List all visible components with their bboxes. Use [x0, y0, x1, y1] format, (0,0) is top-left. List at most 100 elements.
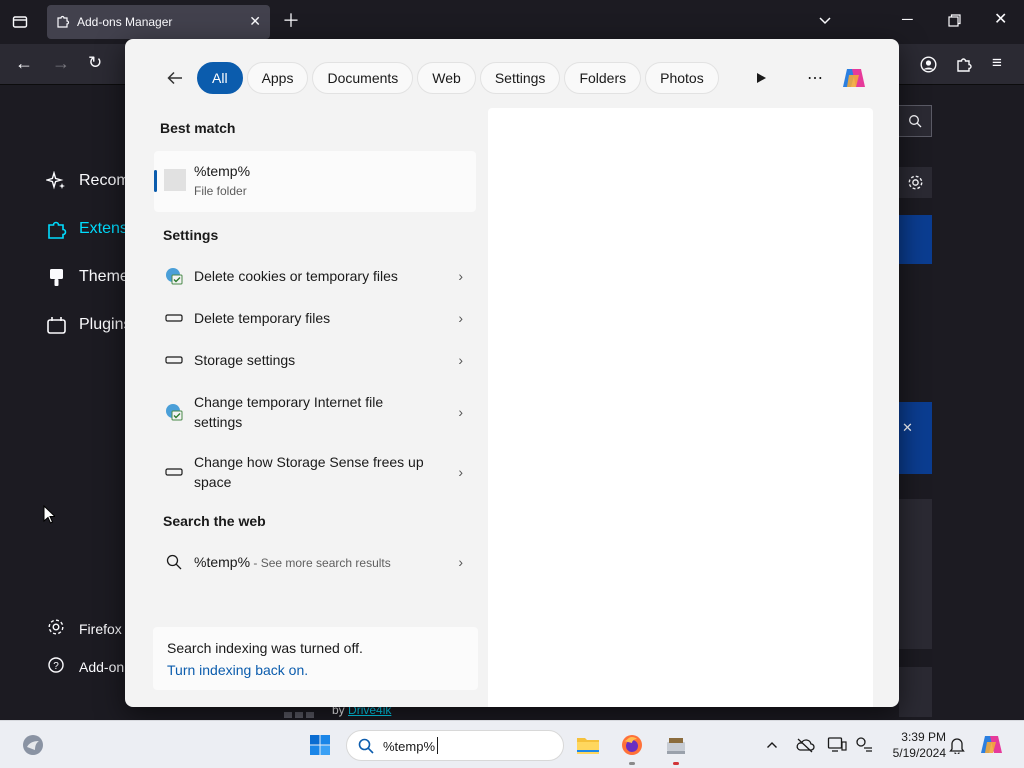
more-options-icon[interactable]: ⋯ [803, 66, 827, 90]
play-icon[interactable] [749, 66, 773, 90]
tab-title: Add-ons Manager [77, 15, 173, 29]
network-icon[interactable] [852, 733, 876, 757]
best-match-subtitle: File folder [194, 184, 247, 198]
back-arrow-icon[interactable] [161, 64, 189, 92]
filter-apps[interactable]: Apps [246, 62, 309, 94]
chevron-right-icon: › [458, 554, 463, 570]
filter-all[interactable]: All [197, 62, 243, 94]
category-themes[interactable]: Theme [46, 262, 129, 292]
close-window-icon[interactable]: ✕ [994, 12, 1007, 28]
clock-date: 5/19/2024 [892, 746, 946, 760]
settings-heading: Settings [163, 227, 219, 243]
notification-bell-icon[interactable] [945, 733, 969, 757]
web-search-label: %temp% - See more search results [194, 552, 434, 573]
search-icon [358, 738, 374, 754]
forward-icon[interactable]: → [52, 54, 70, 72]
close-icon[interactable]: ✕ [902, 420, 913, 436]
category-plugins[interactable]: Plugins [46, 310, 131, 340]
system-clock[interactable]: 3:39 PM 5/19/2024 [880, 729, 946, 761]
mouse-pointer-icon [43, 504, 57, 529]
back-icon[interactable]: ← [15, 54, 33, 72]
help-icon: ? [47, 656, 65, 677]
display-icon[interactable] [825, 733, 849, 757]
selection-indicator [154, 170, 157, 192]
search-web-heading: Search the web [163, 513, 266, 529]
best-match-title: %temp% [194, 163, 251, 179]
settings-result-label: Delete temporary files [194, 310, 331, 326]
restore-icon[interactable] [948, 14, 961, 31]
internet-options-icon [163, 265, 185, 287]
browser-tabstrip: Add-ons Manager ✕ ＋ ─ ✕ [0, 0, 1024, 44]
reload-icon[interactable]: ↻ [88, 54, 102, 71]
category-label: Theme [79, 268, 129, 285]
filter-photos[interactable]: Photos [645, 62, 719, 94]
running-indicator [629, 762, 635, 765]
minimize-icon[interactable]: ─ [902, 12, 913, 28]
best-match-result[interactable]: %temp% File folder [154, 151, 476, 212]
category-recommendations[interactable]: Recom [46, 166, 130, 196]
puzzle-icon [48, 221, 67, 239]
gear-icon [47, 618, 65, 639]
settings-result[interactable]: Change temporary Internet file settings … [163, 392, 463, 432]
filter-folders[interactable]: Folders [564, 62, 642, 94]
close-tab-icon[interactable]: ✕ [249, 13, 261, 30]
best-match-heading: Best match [160, 120, 236, 136]
menu-icon[interactable]: ≡ [992, 54, 1002, 71]
filter-documents[interactable]: Documents [312, 62, 414, 94]
settings-result-label: Delete cookies or temporary files [194, 268, 398, 284]
addon-banner-edge [899, 215, 932, 264]
folder-icon [164, 169, 186, 191]
category-label: Recom [79, 172, 130, 189]
storage-icon [163, 349, 185, 371]
start-icon[interactable] [308, 733, 332, 757]
footer-label: Add-on [79, 658, 125, 675]
addons-support-link[interactable]: ? Add-on [47, 656, 124, 677]
account-icon[interactable] [920, 56, 937, 77]
search-icon [909, 115, 922, 128]
indexing-link[interactable]: Turn indexing back on. [167, 662, 308, 678]
category-label: Extens [79, 220, 128, 237]
svg-text:?: ? [53, 661, 59, 672]
clock-time: 3:39 PM [901, 730, 946, 744]
settings-result[interactable]: Delete temporary files › [163, 308, 463, 328]
indexing-notice: Search indexing was turned off. Turn ind… [153, 627, 478, 690]
file-explorer-icon[interactable] [576, 733, 600, 757]
onedrive-offline-icon[interactable] [793, 733, 817, 757]
copilot-icon[interactable] [978, 733, 1006, 757]
tools-button[interactable] [899, 167, 932, 198]
filter-web[interactable]: Web [417, 62, 476, 94]
chevron-right-icon: › [458, 404, 463, 420]
indexing-notice-text: Search indexing was turned off. [167, 640, 363, 656]
settings-result-label: Storage settings [194, 352, 296, 368]
tab-addons-manager[interactable]: Add-ons Manager ✕ [47, 5, 270, 39]
filter-settings[interactable]: Settings [479, 62, 561, 94]
copilot-icon[interactable] [839, 63, 869, 93]
app-icon[interactable] [664, 733, 688, 757]
widgets-icon[interactable] [20, 732, 46, 758]
chevron-down-icon[interactable] [818, 13, 832, 31]
firefox-settings-link[interactable]: Firefox S [47, 618, 135, 639]
firefox-icon[interactable] [620, 733, 644, 757]
text-cursor [437, 737, 438, 754]
addons-search-edge[interactable] [899, 105, 932, 137]
taskbar: %temp% 3:39 PM 5/19/2024 [0, 720, 1024, 768]
new-tab-icon[interactable]: ＋ [282, 12, 300, 30]
sparkle-icon [46, 170, 65, 189]
web-search-result[interactable]: %temp% - See more search results › [163, 552, 463, 572]
category-extensions[interactable]: Extens [46, 214, 128, 244]
taskbar-search-value: %temp% [383, 739, 436, 754]
notification-banner-edge: ✕ [899, 402, 932, 474]
chevron-right-icon: › [458, 268, 463, 284]
chevron-up-icon[interactable] [760, 733, 784, 757]
search-filter-bar: All Apps Documents Web Settings Folders … [161, 62, 719, 94]
settings-result[interactable]: Delete cookies or temporary files › [163, 266, 463, 286]
internet-options-icon [163, 401, 185, 423]
taskbar-search-box[interactable]: %temp% [346, 730, 564, 761]
extensions-icon[interactable] [956, 56, 972, 76]
preview-pane [488, 108, 873, 707]
settings-result[interactable]: Change how Storage Sense frees up space … [163, 452, 463, 492]
web-search-hint: - See more search results [250, 555, 391, 570]
storage-icon [163, 307, 185, 329]
tab-list-icon[interactable] [12, 14, 28, 34]
settings-result[interactable]: Storage settings › [163, 350, 463, 370]
